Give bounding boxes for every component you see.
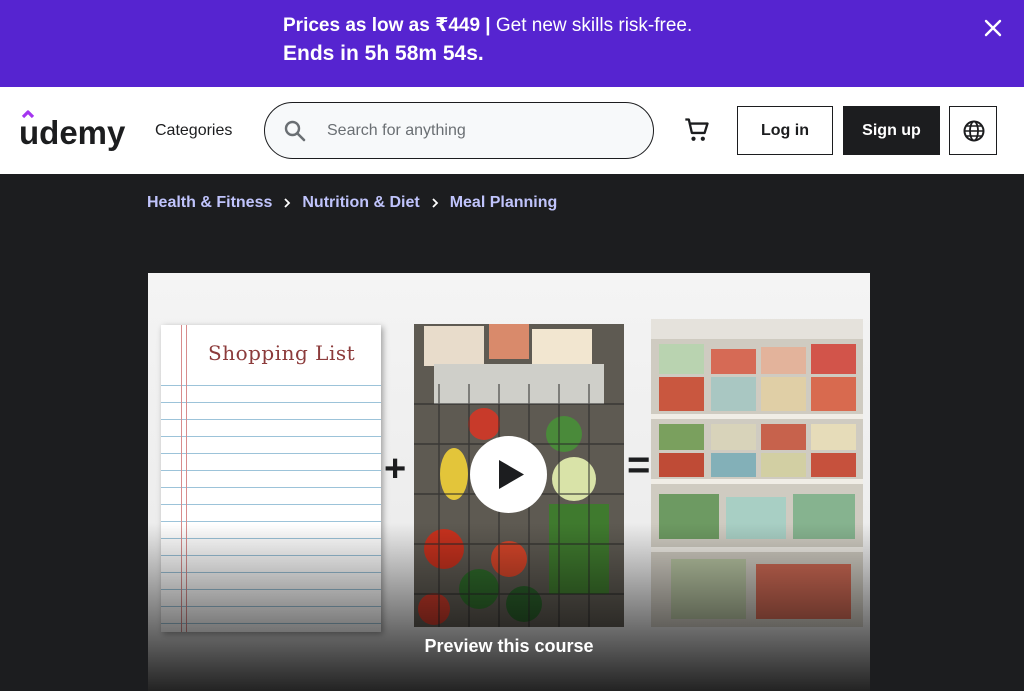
promo-countdown: Ends in 5h 58m 54s.: [283, 42, 484, 65]
chevron-right-icon: [420, 194, 450, 212]
course-preview[interactable]: Shopping List + = Preview this course: [148, 273, 870, 691]
breadcrumb-health-fitness[interactable]: Health & Fitness: [147, 194, 272, 212]
play-icon: [499, 460, 524, 489]
breadcrumb-meal-planning[interactable]: Meal Planning: [450, 194, 558, 212]
chevron-right-icon: [272, 194, 302, 212]
site-header: udemy Categories Log in Sign up: [0, 87, 1024, 174]
close-icon[interactable]: [980, 15, 1006, 41]
search-input[interactable]: [327, 117, 627, 145]
preview-overlay: [148, 523, 870, 691]
language-button[interactable]: [949, 106, 997, 155]
promo-headline-bold: Prices as low as ₹449 |: [283, 15, 491, 36]
equals-sign: =: [627, 443, 651, 487]
promo-banner: Prices as low as ₹449 | Get new skills r…: [0, 0, 1024, 87]
breadcrumb-nutrition-diet[interactable]: Nutrition & Diet: [302, 194, 419, 212]
logo-text: udemy: [19, 114, 126, 151]
categories-menu[interactable]: Categories: [155, 122, 232, 140]
globe-icon: [963, 120, 985, 142]
preview-course-label[interactable]: Preview this course: [148, 636, 870, 657]
cart-icon[interactable]: [683, 116, 711, 144]
promo-headline: Prices as low as ₹449 | Get new skills r…: [283, 14, 692, 37]
signup-button[interactable]: Sign up: [843, 106, 940, 155]
search-bar[interactable]: [264, 102, 654, 159]
breadcrumb: Health & Fitness Nutrition & Diet Meal P…: [147, 194, 557, 212]
promo-headline-rest: Get new skills risk-free.: [490, 15, 693, 36]
search-icon[interactable]: [283, 119, 307, 143]
shopping-list-title: Shopping List: [208, 341, 356, 365]
udemy-logo[interactable]: udemy: [19, 109, 131, 151]
plus-sign: +: [384, 448, 407, 490]
play-button[interactable]: [470, 436, 547, 513]
login-button[interactable]: Log in: [737, 106, 833, 155]
